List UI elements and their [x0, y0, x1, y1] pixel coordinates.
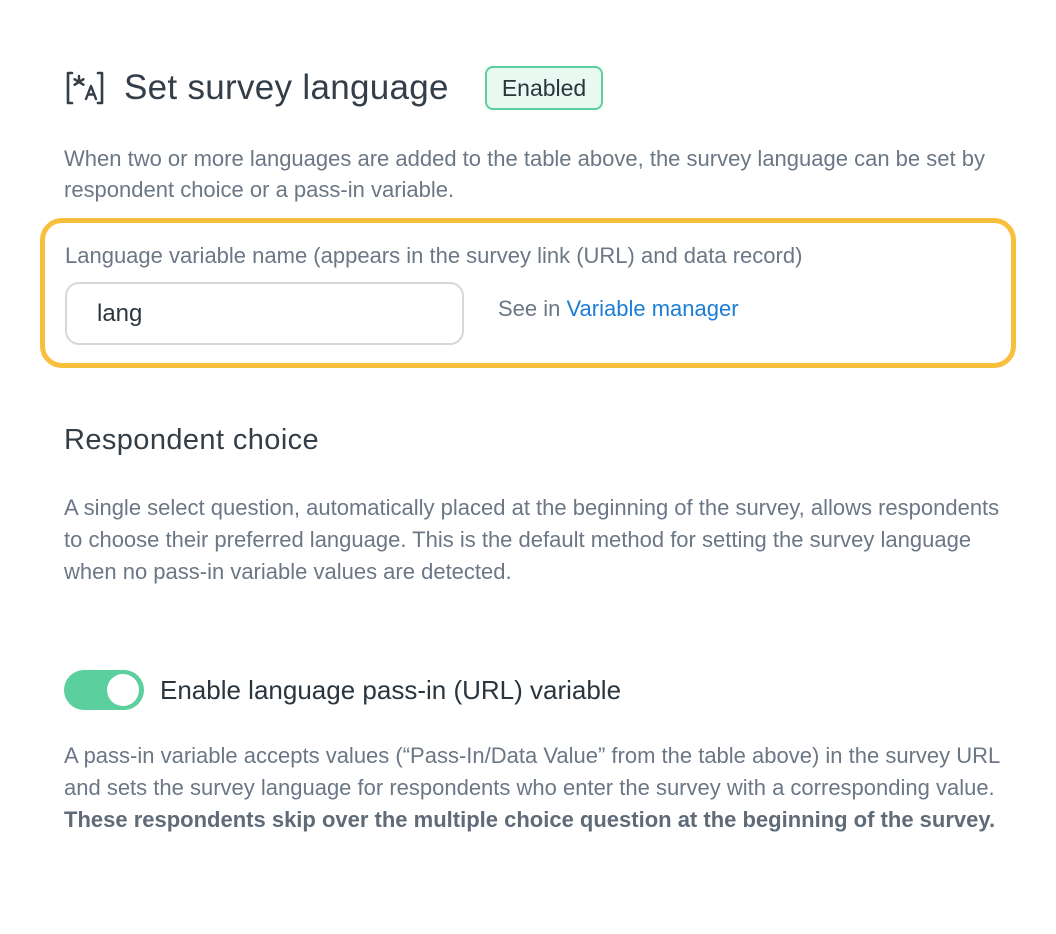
language-variable-input[interactable]: [65, 282, 464, 345]
passin-toggle-row: Enable language pass-in (URL) variable: [64, 670, 621, 710]
variable-manager-hint: See in Variable manager: [498, 296, 739, 322]
page-title: Set survey language: [124, 68, 449, 107]
language-variable-panel: Language variable name (appears in the s…: [40, 218, 1016, 368]
passin-description: A pass-in variable accepts values (“Pass…: [64, 740, 1004, 836]
respondent-choice-description: A single select question, automatically …: [64, 495, 1000, 584]
language-variable-label: Language variable name (appears in the s…: [65, 243, 803, 268]
status-badge: Enabled: [484, 66, 604, 110]
section-header: Set survey language Enabled: [64, 62, 604, 114]
variable-manager-link[interactable]: Variable manager: [567, 296, 739, 321]
toggle-knob: [107, 674, 139, 706]
passin-toggle[interactable]: [64, 670, 144, 710]
intro-text: When two or more languages are added to …: [64, 146, 985, 202]
respondent-choice-title: Respondent choice: [64, 424, 320, 456]
passin-toggle-label: Enable language pass-in (URL) variable: [160, 674, 622, 705]
passin-description-emphasis: These respondents skip over the multiple…: [64, 807, 996, 832]
passin-description-text: A pass-in variable accepts values (“Pass…: [64, 743, 1000, 800]
see-in-prefix: See in: [498, 296, 567, 321]
translate-icon: [64, 67, 106, 109]
